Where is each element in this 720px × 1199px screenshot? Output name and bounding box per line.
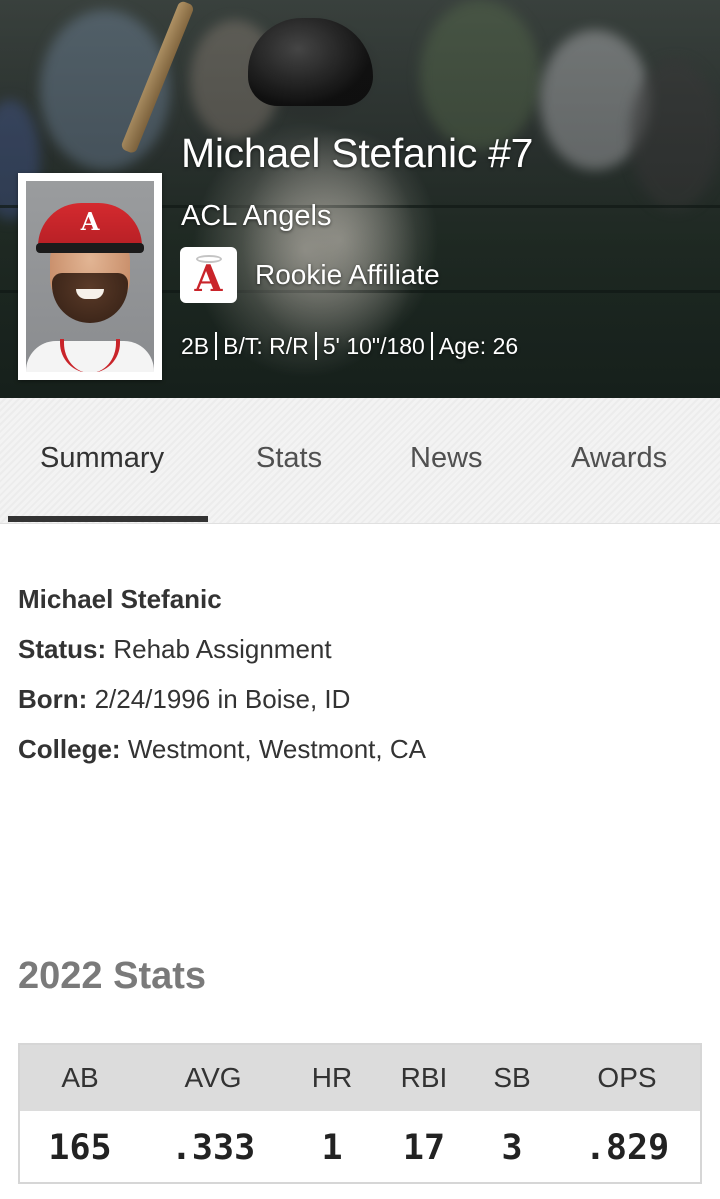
info-college-row: College: Westmont, Westmont, CA — [18, 730, 708, 780]
profile-tabs: Summary Stats News Awards — [0, 398, 720, 524]
stats-value-row: 165 .333 1 17 3 .829 — [20, 1111, 700, 1182]
season-stats-title: 2022 Stats — [18, 955, 207, 997]
info-born-row: Born: 2/24/1996 in Boise, ID — [18, 680, 708, 730]
team-logo-icon[interactable]: A — [180, 247, 237, 303]
tab-awards[interactable]: Awards — [571, 442, 667, 475]
header-rbi: RBI — [400, 1062, 448, 1093]
value-avg: .333 — [170, 1128, 256, 1168]
header-avg: AVG — [184, 1062, 242, 1093]
info-name: Michael Stefanic — [18, 584, 222, 614]
header-sb: SB — [493, 1062, 531, 1093]
info-name-row: Michael Stefanic — [18, 580, 708, 630]
value-ops: .829 — [584, 1128, 670, 1168]
value-hr: 1 — [321, 1128, 343, 1168]
player-hero-banner: A Michael Stefanic #7 ACL Angels A Rooki… — [0, 0, 720, 398]
header-ops: OPS — [597, 1062, 657, 1093]
angels-a-icon: A — [194, 258, 223, 300]
header-hr: HR — [311, 1062, 353, 1093]
position: 2B — [181, 332, 210, 359]
value-rbi: 17 — [402, 1128, 446, 1168]
info-status-row: Status: Rehab Assignment — [18, 630, 708, 680]
stats-header-row: AB AVG HR RBI SB OPS — [20, 1045, 700, 1111]
born-label: Born: — [18, 684, 88, 714]
player-name-heading: Michael Stefanic #7 — [181, 130, 534, 176]
college-label: College: — [18, 734, 121, 764]
divider — [314, 332, 317, 360]
player-headshot: A — [18, 173, 162, 380]
tab-news[interactable]: News — [410, 442, 483, 475]
season-stats-table: AB AVG HR RBI SB OPS 165 .333 1 17 3 .82… — [18, 1043, 702, 1184]
divider — [430, 332, 433, 360]
college-value: Westmont, Westmont, CA — [127, 734, 426, 764]
header-ab: AB — [61, 1062, 99, 1093]
bats-throws: B/T: R/R — [223, 332, 309, 359]
height-weight: 5' 10"/180 — [322, 332, 425, 359]
status-label: Status: — [18, 634, 107, 664]
value-ab: 165 — [48, 1128, 112, 1168]
player-info: Michael Stefanic Status: Rehab Assignmen… — [18, 580, 708, 780]
headshot-image: A — [26, 181, 154, 372]
player-bio-line: 2B B/T: R/R 5' 10"/180 Age: 26 — [181, 332, 518, 360]
status-value: Rehab Assignment — [113, 634, 332, 664]
age: Age: 26 — [438, 332, 519, 359]
affiliate-level: Rookie Affiliate — [255, 259, 440, 290]
born-value: 2/24/1996 in Boise, ID — [94, 684, 351, 714]
value-sb: 3 — [501, 1128, 523, 1168]
team-name-link[interactable]: ACL Angels — [181, 200, 331, 233]
tab-stats[interactable]: Stats — [256, 442, 322, 475]
angels-cap-logo-icon: A — [80, 207, 100, 236]
divider — [215, 332, 218, 360]
active-tab-indicator — [8, 516, 208, 522]
tab-summary[interactable]: Summary — [40, 442, 164, 475]
